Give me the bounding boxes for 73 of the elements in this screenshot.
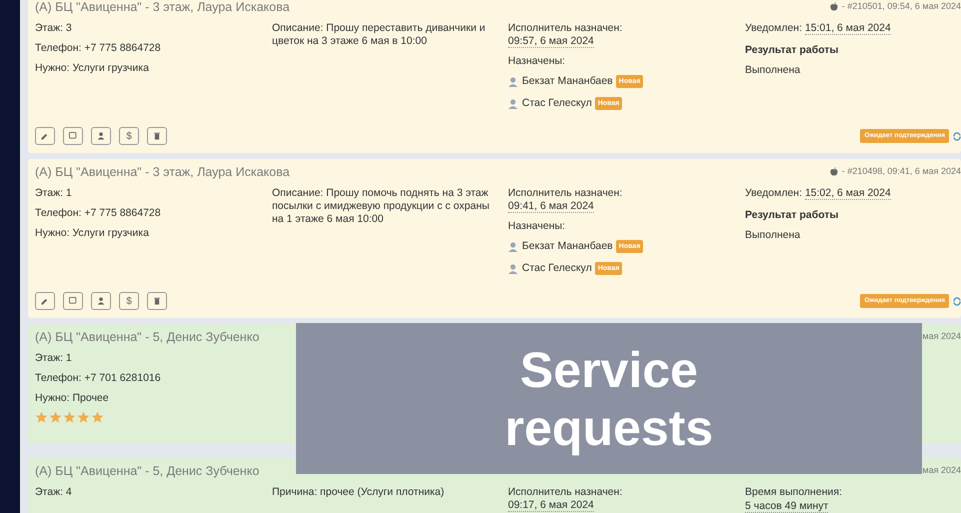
action-button[interactable] bbox=[35, 127, 55, 145]
star-icon bbox=[63, 411, 76, 424]
assignee-name: Стас Гелескул bbox=[522, 96, 592, 111]
request-title: (А) БЦ "Авиценна" - 3 этаж, Лаура Искакова bbox=[35, 0, 290, 15]
refresh-icon bbox=[953, 132, 961, 140]
pencil-icon bbox=[40, 131, 50, 141]
pencil-icon bbox=[40, 296, 50, 306]
duration-text: 5 часов 49 минут bbox=[745, 500, 828, 513]
description-text: Причина: прочее (Услуги плотника) bbox=[272, 486, 446, 499]
star-icon bbox=[77, 411, 90, 424]
star-icon bbox=[35, 411, 48, 424]
result-text: Время выполнения: bbox=[745, 486, 843, 499]
info-text: Телефон: +7 775 8864728 bbox=[35, 42, 162, 55]
request-title: (А) БЦ "Авиценна" - 3 этаж, Лаура Искакова bbox=[35, 165, 290, 180]
result-heading: Результат работы bbox=[745, 209, 840, 222]
result-heading: Результат работы bbox=[745, 44, 840, 57]
square-icon bbox=[68, 296, 78, 306]
action-button[interactable] bbox=[35, 292, 55, 310]
info-text: Телефон: +7 775 8864728 bbox=[35, 207, 162, 220]
info-text: Нужно: Услуги грузчика bbox=[35, 62, 150, 75]
person-icon bbox=[508, 76, 518, 87]
trash-icon bbox=[152, 131, 162, 141]
assigned-time: 09:57, 6 мая 2024 bbox=[508, 35, 594, 48]
refresh-icon bbox=[953, 296, 961, 306]
assignee-name: Бекзат Мананбаев bbox=[522, 239, 613, 254]
info-text: Этаж: 4 bbox=[35, 486, 73, 499]
action-button[interactable]: $ bbox=[119, 292, 139, 310]
request-reference: мая 2024 bbox=[922, 330, 961, 343]
notified-time: 15:02, 6 мая 2024 bbox=[804, 187, 891, 200]
square-icon bbox=[68, 131, 78, 141]
notified-label: Уведомлен: bbox=[745, 187, 804, 199]
trash-icon bbox=[152, 296, 162, 306]
assigned-label: Исполнитель назначен: bbox=[508, 22, 624, 35]
result-text: Выполнена bbox=[745, 64, 802, 77]
request-reference: - #210498, 09:41, 6 мая 2024 bbox=[842, 165, 961, 178]
person-icon bbox=[508, 242, 518, 252]
assigned-time: 09:41, 6 мая 2024 bbox=[508, 200, 594, 213]
info-text: Телефон: +7 701 6281016 bbox=[35, 372, 162, 385]
action-button[interactable] bbox=[147, 127, 167, 145]
assignees-label: Назначены: bbox=[508, 55, 566, 68]
action-button[interactable] bbox=[63, 127, 83, 145]
info-text: Нужно: Прочее bbox=[35, 392, 110, 405]
action-button[interactable] bbox=[63, 292, 83, 310]
notified-label: Уведомлен: bbox=[745, 22, 804, 34]
star-icon bbox=[91, 411, 104, 424]
action-button[interactable] bbox=[91, 127, 111, 145]
request-title: (А) БЦ "Авиценна" - 5, Денис Зубченко bbox=[35, 464, 260, 479]
request-reference: - #210501, 09:54, 6 мая 2024 bbox=[842, 0, 961, 13]
action-button[interactable] bbox=[91, 292, 111, 310]
assigned-time: 09:17, 6 мая 2024 bbox=[508, 499, 594, 512]
caption-text: Service requests bbox=[504, 340, 714, 456]
assigned-label: Исполнитель назначен: bbox=[508, 187, 624, 200]
notified-time: 15:01, 6 мая 2024 bbox=[804, 22, 891, 35]
person-icon bbox=[96, 296, 106, 306]
description-text: Описание: Прошу переставить диванчики и цветок на 3 этаже 6 мая в 10:00 bbox=[272, 22, 486, 48]
info-text: Этаж: 1 bbox=[35, 352, 73, 365]
assignee-name: Бекзат Мананбаев bbox=[522, 74, 613, 89]
request-title: (А) БЦ "Авиценна" - 5, Денис Зубченко bbox=[35, 330, 260, 345]
star-icon bbox=[49, 411, 62, 424]
description-text: Описание: Прошу помочь поднять на 3 этаж посылки с имиджевую продукции с с охраны на 1 этаже 6 мая 10:00 bbox=[272, 187, 490, 226]
person-icon bbox=[96, 131, 106, 141]
person-icon bbox=[508, 264, 518, 274]
action-button[interactable]: $ bbox=[119, 127, 139, 145]
assignee-name: Стас Гелескул bbox=[522, 260, 592, 276]
info-text: Нужно: Услуги грузчика bbox=[35, 227, 150, 240]
action-button[interactable] bbox=[147, 292, 167, 310]
result-text: Выполнена bbox=[745, 229, 802, 242]
assignees-label: Назначены: bbox=[508, 220, 566, 233]
assigned-label: Исполнитель назначен: bbox=[508, 486, 624, 499]
info-text: Этаж: 1 bbox=[35, 187, 73, 200]
person-icon bbox=[508, 98, 518, 109]
info-text: Этаж: 3 bbox=[35, 22, 73, 35]
request-reference: мая 2024 bbox=[922, 464, 961, 477]
